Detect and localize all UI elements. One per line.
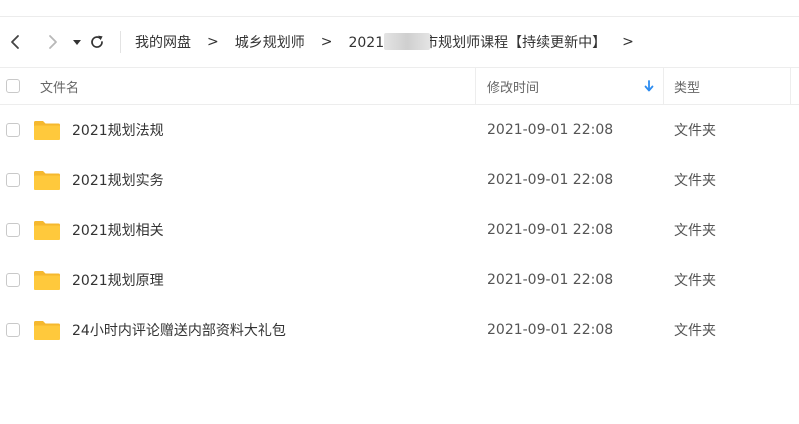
column-header-modified[interactable]: 修改时间 [487, 68, 539, 104]
breadcrumb-separator: > [622, 34, 634, 50]
file-list: 2021规划法规 2021-09-01 22:08 文件夹 2021规划实务 2… [0, 105, 799, 355]
folder-icon [34, 121, 60, 140]
column-divider[interactable] [663, 68, 664, 104]
toolbar-divider [120, 31, 121, 53]
file-modified-time: 2021-09-01 22:08 [487, 172, 614, 188]
file-modified-time: 2021-09-01 22:08 [487, 122, 614, 138]
file-type: 文件夹 [674, 173, 716, 189]
table-row[interactable]: 2021规划原理 2021-09-01 22:08 文件夹 [0, 255, 799, 305]
row-checkbox[interactable] [6, 223, 20, 237]
file-browser-window: 我的网盘 > 城乡规划师 > 2021 市规划师课程【持续更新中】 > 文件名 修… [0, 0, 799, 424]
file-name[interactable]: 2021规划实务 [72, 155, 164, 205]
refresh-icon [91, 35, 103, 48]
select-all-checkbox[interactable] [6, 79, 20, 93]
file-name[interactable]: 2021规划相关 [72, 205, 164, 255]
file-name[interactable]: 2021规划法规 [72, 105, 164, 155]
top-strip [0, 0, 799, 17]
chevron-right-icon [49, 35, 57, 49]
file-type: 文件夹 [674, 123, 716, 139]
breadcrumb-item-current[interactable]: 2021 市规划师课程【持续更新中】 [348, 32, 606, 52]
folder-icon [34, 271, 60, 290]
column-header-type[interactable]: 类型 [674, 68, 700, 104]
table-row[interactable]: 24小时内评论赠送内部资料大礼包 2021-09-01 22:08 文件夹 [0, 305, 799, 355]
forward-button[interactable] [42, 31, 64, 53]
caret-down-icon [73, 40, 81, 45]
column-divider[interactable] [790, 68, 791, 104]
chevron-left-icon [11, 35, 19, 49]
file-modified-time: 2021-09-01 22:08 [487, 322, 614, 338]
folder-icon [34, 321, 60, 340]
row-checkbox[interactable] [6, 323, 20, 337]
breadcrumb: 我的网盘 > 城乡规划师 > 2021 市规划师课程【持续更新中】 > [135, 32, 650, 52]
history-dropdown-button[interactable] [70, 31, 84, 53]
breadcrumb-separator: > [320, 34, 333, 50]
file-modified-time: 2021-09-01 22:08 [487, 222, 614, 238]
file-type: 文件夹 [674, 273, 716, 289]
redaction-blur [384, 33, 431, 50]
refresh-button[interactable] [86, 31, 108, 53]
breadcrumb-current-suffix: 市规划师课程【持续更新中】 [424, 35, 607, 51]
table-row[interactable]: 2021规划实务 2021-09-01 22:08 文件夹 [0, 155, 799, 205]
file-type: 文件夹 [674, 223, 716, 239]
row-checkbox[interactable] [6, 123, 20, 137]
file-name[interactable]: 2021规划原理 [72, 255, 164, 305]
arrow-down-icon[interactable] [643, 79, 655, 93]
breadcrumb-separator: > [207, 34, 219, 50]
file-modified-time: 2021-09-01 22:08 [487, 272, 614, 288]
file-name[interactable]: 24小时内评论赠送内部资料大礼包 [72, 305, 286, 355]
folder-icon [34, 171, 60, 190]
column-header-name[interactable]: 文件名 [40, 68, 79, 104]
file-type: 文件夹 [674, 323, 716, 339]
row-checkbox[interactable] [6, 173, 20, 187]
folder-icon [34, 221, 60, 240]
table-row[interactable]: 2021规划相关 2021-09-01 22:08 文件夹 [0, 205, 799, 255]
breadcrumb-current-prefix: 2021 [348, 35, 385, 51]
table-header: 文件名 修改时间 类型 [0, 67, 799, 105]
column-divider[interactable] [475, 68, 476, 104]
back-button[interactable] [4, 31, 26, 53]
breadcrumb-item-planner[interactable]: 城乡规划师 [235, 32, 305, 52]
row-checkbox[interactable] [6, 273, 20, 287]
toolbar: 我的网盘 > 城乡规划师 > 2021 市规划师课程【持续更新中】 > [0, 17, 799, 67]
breadcrumb-item-my-drive[interactable]: 我的网盘 [135, 32, 191, 52]
table-row[interactable]: 2021规划法规 2021-09-01 22:08 文件夹 [0, 105, 799, 155]
